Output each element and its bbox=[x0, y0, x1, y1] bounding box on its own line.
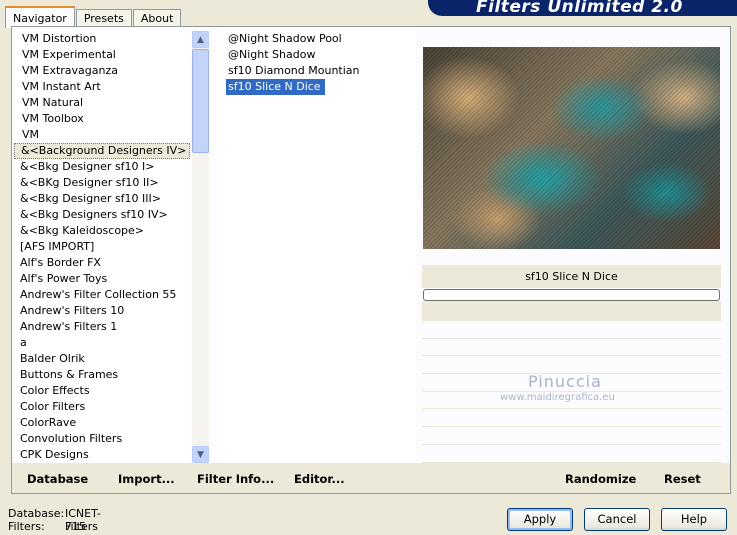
list-item[interactable]: VM Toolbox bbox=[14, 111, 191, 127]
list-item[interactable]: &<Bkg Designer sf10 III> bbox=[14, 191, 191, 207]
database-label: Database: bbox=[8, 507, 65, 520]
editor-button[interactable]: Editor... bbox=[294, 472, 345, 486]
list-item[interactable]: Andrew's Filters 1 bbox=[14, 319, 191, 335]
filter-list[interactable]: @Night Shadow Pool @Night Shadow sf10 Di… bbox=[217, 31, 416, 463]
list-item[interactable]: Andrew's Filters 10 bbox=[14, 303, 191, 319]
category-scrollbar[interactable]: ▲ ▼ bbox=[192, 31, 209, 463]
scroll-up-button[interactable]: ▲ bbox=[192, 31, 209, 48]
filters-label: Filters: bbox=[8, 520, 45, 533]
chevron-up-icon: ▲ bbox=[197, 34, 204, 45]
list-item[interactable]: ColorRave bbox=[14, 415, 191, 431]
category-list[interactable]: VM Distortion VM Experimental VM Extrava… bbox=[14, 31, 191, 463]
database-button[interactable]: Database bbox=[27, 472, 88, 486]
tab-bar: Navigator Presets About bbox=[5, 3, 182, 28]
list-item[interactable]: &<Bkg Kaleidoscope> bbox=[14, 223, 191, 239]
list-item[interactable]: Andrew's Filter Collection 55 bbox=[14, 287, 191, 303]
list-item[interactable]: VM Experimental bbox=[14, 47, 191, 63]
list-item[interactable]: sf10 Diamond Mountian bbox=[217, 63, 416, 79]
watermark-site: www.maidiregrafica.eu bbox=[500, 392, 615, 403]
randomize-button[interactable]: Randomize bbox=[565, 472, 636, 486]
list-item[interactable]: Buttons & Frames bbox=[14, 367, 191, 383]
list-item-selected[interactable]: &<Background Designers IV> bbox=[14, 143, 191, 159]
list-item[interactable]: Color Filters bbox=[14, 399, 191, 415]
tab-navigator[interactable]: Navigator bbox=[5, 6, 75, 28]
list-item[interactable]: VM Distortion bbox=[14, 31, 191, 47]
list-item[interactable]: &<BKg Designer sf10 II> bbox=[14, 175, 191, 191]
banner-title: Filters Unlimited 2.0 bbox=[476, 0, 683, 16]
apply-button[interactable]: Apply bbox=[507, 508, 573, 531]
list-item[interactable]: VM bbox=[14, 127, 191, 143]
list-item[interactable]: [AFS IMPORT] bbox=[14, 239, 191, 255]
filter-name-label: sf10 Slice N Dice bbox=[422, 265, 721, 288]
list-item[interactable]: &<Bkg Designers sf10 IV> bbox=[14, 207, 191, 223]
cancel-button[interactable]: Cancel bbox=[584, 508, 650, 531]
list-item[interactable]: @Night Shadow Pool bbox=[217, 31, 416, 47]
tab-about[interactable]: About bbox=[132, 9, 182, 27]
parameters-header bbox=[422, 301, 721, 321]
list-item[interactable]: CPK Designs bbox=[14, 447, 191, 463]
list-item[interactable]: Alf's Power Toys bbox=[14, 271, 191, 287]
filters-status: Filters: 715 bbox=[8, 520, 86, 533]
filter-preview-image bbox=[423, 47, 720, 249]
list-item[interactable]: VM Natural bbox=[14, 95, 191, 111]
scroll-thumb[interactable] bbox=[192, 49, 209, 153]
list-item[interactable]: &<Bkg Designer sf10 I> bbox=[14, 159, 191, 175]
filters-count: 715 bbox=[65, 520, 86, 533]
tab-presets[interactable]: Presets bbox=[75, 9, 132, 27]
list-item-selected[interactable]: sf10 Slice N Dice bbox=[217, 79, 416, 95]
title-banner: Filters Unlimited 2.0 bbox=[428, 0, 737, 16]
list-item[interactable]: Convolution Filters bbox=[14, 431, 191, 447]
list-item[interactable]: Balder Olrik bbox=[14, 351, 191, 367]
list-item[interactable]: @Night Shadow bbox=[217, 47, 416, 63]
scroll-down-button[interactable]: ▼ bbox=[192, 446, 209, 463]
list-item[interactable]: a bbox=[14, 335, 191, 351]
selected-filter-label: sf10 Slice N Dice bbox=[226, 79, 325, 95]
chevron-down-icon: ▼ bbox=[197, 449, 204, 460]
list-item[interactable]: VM Extravaganza bbox=[14, 63, 191, 79]
filter-info-button[interactable]: Filter Info... bbox=[197, 472, 274, 486]
watermark-name: Pinuccia bbox=[528, 372, 602, 391]
list-item[interactable]: Alf's Border FX bbox=[14, 255, 191, 271]
help-button[interactable]: Help bbox=[661, 508, 727, 531]
import-button[interactable]: Import... bbox=[118, 472, 175, 486]
list-item[interactable]: Color Effects bbox=[14, 383, 191, 399]
list-item[interactable]: VM Instant Art bbox=[14, 79, 191, 95]
progress-bar bbox=[423, 289, 720, 301]
reset-button[interactable]: Reset bbox=[664, 472, 701, 486]
database-status: Database: ICNET-Filters bbox=[8, 507, 101, 533]
